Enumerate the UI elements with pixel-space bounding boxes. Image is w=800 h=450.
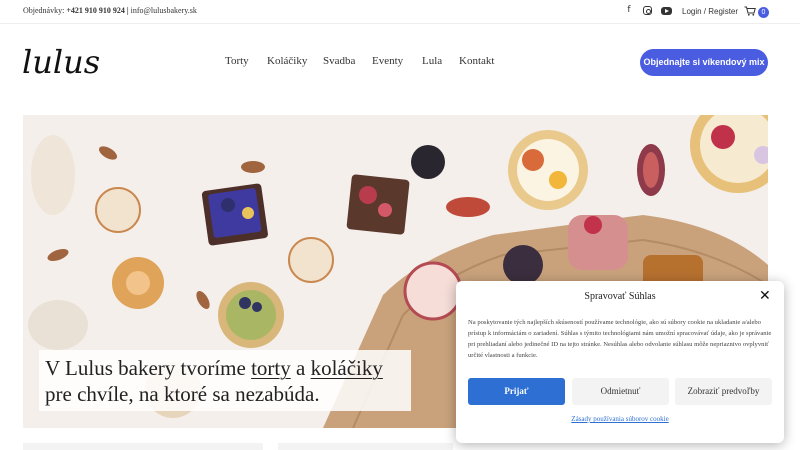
cookie-consent-dialog: Spravovať Súhlas ✕ Na poskytovanie tých … <box>456 281 784 443</box>
nav-item-svadba[interactable]: Svadba <box>323 55 355 67</box>
instagram-icon[interactable] <box>643 6 652 15</box>
facebook-icon[interactable]: f <box>624 5 634 16</box>
nav-item-kolaciky[interactable]: Koláčiky <box>267 55 307 67</box>
kolaciky-link[interactable]: koláčiky <box>311 356 383 380</box>
nav-item-eventy[interactable]: Eventy <box>372 55 403 67</box>
social-links: f <box>624 5 672 16</box>
accept-button[interactable]: Prijať <box>468 378 565 405</box>
logo[interactable]: lulus <box>22 46 100 78</box>
weekend-mix-button[interactable]: Objednajte si víkendový mix <box>640 49 768 76</box>
cart-icon[interactable] <box>744 6 756 16</box>
card-strip <box>23 443 263 450</box>
close-icon[interactable]: ✕ <box>759 288 771 304</box>
nav-item-torty[interactable]: Torty <box>225 55 249 67</box>
orders-label: Objednávky: <box>23 6 65 15</box>
hero-text-and: a <box>290 356 311 380</box>
torty-link[interactable]: torty <box>251 356 291 380</box>
card-strip <box>278 443 453 450</box>
cart-count-badge: 0 <box>758 7 769 18</box>
phone-link[interactable]: +421 910 910 924 <box>66 6 125 15</box>
cookie-dialog-text: Na poskytovanie tých najlepších skúsenos… <box>468 319 772 359</box>
youtube-icon[interactable] <box>661 7 672 15</box>
cookie-policy-link[interactable]: Zásady používania súborov cookie <box>456 415 784 423</box>
nav-item-kontakt[interactable]: Kontakt <box>459 55 494 67</box>
hero-text-intro: V Lulus bakery tvoríme <box>45 356 252 380</box>
hero-caption: V Lulus bakery tvoríme torty a koláčiky … <box>39 350 411 411</box>
deny-button[interactable]: Odmietnuť <box>572 378 669 405</box>
login-register-link[interactable]: Login / Register <box>682 7 738 16</box>
top-bar: Objednávky: +421 910 910 924 | info@lulu… <box>0 0 800 24</box>
separator: | <box>126 6 129 15</box>
email-link[interactable]: info@lulusbakery.sk <box>131 6 197 15</box>
contact-info: Objednávky: +421 910 910 924 | info@lulu… <box>23 6 197 15</box>
nav-item-lula[interactable]: Lula <box>422 55 442 67</box>
hero-text-line2: pre chvíle, na ktoré sa nezabúda. <box>45 382 320 406</box>
cookie-dialog-title: Spravovať Súhlas <box>584 291 656 302</box>
view-preferences-button[interactable]: Zobraziť predvoľby <box>675 378 772 405</box>
